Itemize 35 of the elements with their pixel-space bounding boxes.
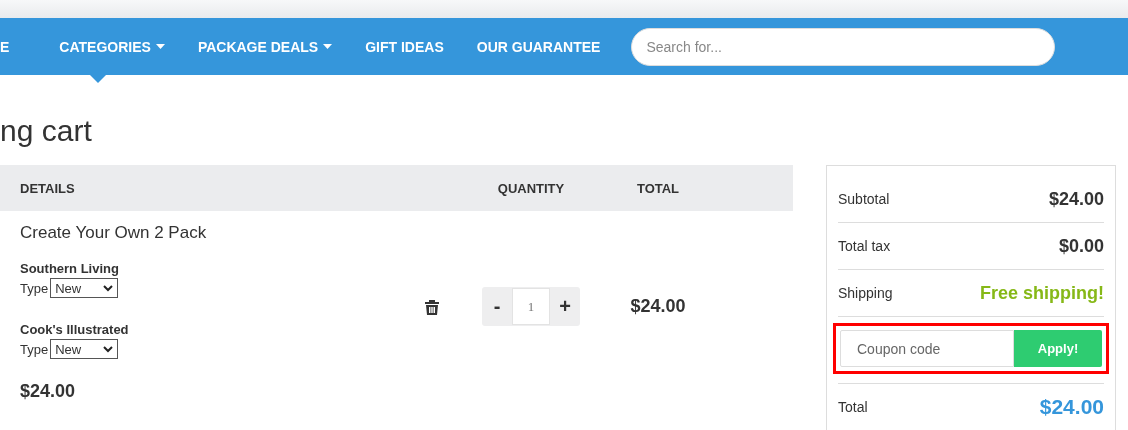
type-select[interactable]: New [50,339,119,359]
apply-button[interactable]: Apply! [1014,330,1102,367]
nav-link[interactable]: CATEGORIES [43,18,181,75]
product-title: Cook's Illustrated [20,322,130,337]
search-field[interactable]: Search for... [631,27,1056,66]
summary-value: $24.00 [1048,188,1104,210]
column-header: QUANTITY [496,180,566,196]
quantity-field[interactable]: 1 [512,288,550,325]
total-value: $24.00 [1039,395,1104,419]
nav-link[interactable]: GIFT IDEAS [349,18,460,75]
column-header: DETAILS [19,180,76,196]
coupon-field[interactable]: Coupon code [840,330,1014,367]
nav-link[interactable]: E [0,18,26,75]
chevron-icon [103,345,114,353]
line-total: $24.00 [630,296,686,317]
product-title: Southern Living [20,261,120,276]
summary-value: $0.00 [1058,235,1104,257]
increase-button[interactable]: + [550,288,580,325]
summary-label: Subtotal [838,191,890,207]
type-label: Type [20,341,49,357]
nav-link[interactable]: OUR GUARANTEE [460,18,617,75]
summary-label: Shipping [838,285,893,301]
nav-link[interactable]: PACKAGE DEALS [181,18,349,75]
column-header: TOTAL [635,180,681,196]
page-title: ng cart [0,113,93,149]
trash-icon[interactable] [425,298,439,315]
type-label: Type [20,280,49,296]
summary-label: Total [838,399,868,415]
summary-label: Total tax [838,238,891,254]
product-name: Create Your Own 2 Pack [20,223,208,243]
item-price: $24.00 [20,381,77,402]
type-select[interactable]: New [50,278,119,298]
chevron-icon [103,284,114,292]
decrease-button[interactable]: - [482,288,512,325]
summary-value: Free shipping! [980,282,1104,304]
